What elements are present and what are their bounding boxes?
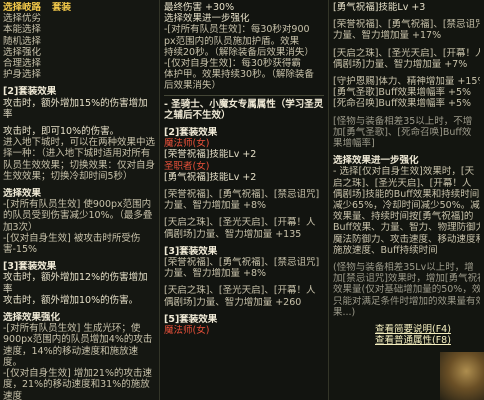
strengthen-line: 选择效果进一步强化 [164, 13, 250, 25]
courage-skill-line: [勇气祝福]技能Lv +3 [333, 2, 426, 13]
block6-line: (怪物与装备相差35Lv以上时，增 [333, 262, 474, 274]
shield-line: px范围内的队员施加护盾。效果 [164, 35, 300, 47]
job-priest-female: 圣职者(女) [164, 160, 210, 172]
view-brief-description-link[interactable]: 查看简要说明(F4) [375, 324, 451, 335]
skill-honor-blessing: [荣誉祝福]技能Lv +2 [164, 149, 257, 161]
block5-line: - 选择[仅对自身生效]效果时，[天 [333, 166, 475, 178]
block4-line: 果增幅率] [333, 138, 375, 150]
shield-line: -[仅对自身生效]：每30秒获得霸 [164, 58, 301, 70]
block6-line: 效果量(仅对基础增加量的50%，效果 [333, 284, 480, 296]
choice-menu-item[interactable]: 本能选择 [3, 24, 156, 35]
class-exclusive-header: - 圣骑士、小魔女专属属性（学习圣灵之辅后不生效） [164, 98, 324, 121]
sky3-line: [天启之珠]、[圣光天启]、[开幕！人 [164, 285, 316, 297]
set3-title: [3]套装效果 [164, 245, 218, 257]
set2-title: [2]套装效果 [164, 127, 218, 139]
set3-text: 攻击时，额外增加12%的伤害增加率 [3, 272, 148, 295]
set2-line: 力量、智力增加量 +8% [164, 200, 267, 212]
choice-menu: 选择优劣 本能选择 随机选择 选择强化 合理选择 护身选择 [3, 13, 156, 80]
block5-line: 效果量、持续时间按[勇气祝福]的 [333, 211, 474, 223]
game-scene-corner [440, 352, 484, 400]
block2-line: [天启之珠]、[圣光天启]、[开幕！人 [333, 47, 480, 59]
choice-menu-item[interactable]: 合理选择 [3, 58, 156, 69]
block3-line: [勇气圣歌]Buff效果增幅率 +5% [333, 87, 472, 99]
choice-menu-item[interactable]: 随机选择 [3, 36, 156, 47]
sky3-line: 偶剧场]力量、智力增加量 +260 [164, 296, 302, 308]
block4-line: [怪物与装备相差35以上时，不增 [333, 115, 473, 127]
shield-line: 后效果消失） [164, 80, 222, 92]
choice-menu-item[interactable]: 护身选择 [3, 69, 156, 80]
set3-title: [3]套装效果 [3, 261, 57, 273]
sky-line: 偶剧场]力量、智力增加量 +135 [164, 228, 302, 240]
strengthen-title: 选择效果强化 [3, 312, 61, 324]
block5-line: 魔法防御力、攻击速度、移动速度和 [333, 233, 480, 245]
choose-item: -[仅对自身生效] 被攻击时所受伤害-15% [3, 232, 141, 256]
set2-line: [荣誉祝福]、[勇气祝福]、[禁忌诅咒] [164, 189, 320, 201]
set-title: 选择岐路 [3, 2, 42, 13]
set3-line: 力量、智力增加量 +8% [164, 268, 267, 280]
shield-line: -[对所有队员生效]：每30秒对900 [164, 24, 310, 36]
block5-line: 启之珠]、[圣光天启]、[开幕！人 [333, 177, 472, 189]
set-item-tooltip-middle: 最终伤害 +30% 选择效果进一步强化 -[对所有队员生效]：每30秒对900 … [160, 0, 328, 400]
strengthen-item: -[对所有队员生效] 生成光环；使900px范围内的队员增加4%的攻击速度，14… [3, 323, 153, 368]
block6-line: 只能对满足条件时增加的效果量有效 [333, 295, 480, 307]
block5-line: 减少65%，冷却时间减少50%。减少后 [333, 200, 480, 212]
set3-line: [荣誉祝福]、[勇气祝福]、[禁忌诅咒] [164, 257, 320, 269]
set-item-tooltip-left: 选择岐路 套装 选择优劣 本能选择 随机选择 选择强化 合理选择 护身选择 [2… [0, 0, 160, 400]
block6-line: 加[禁忌诅咒]效果时，增加[勇气祝福] [333, 273, 480, 285]
sky-line: [天启之珠]、[圣光天启]、[开幕！人 [164, 217, 316, 229]
set5-title: [5]套装效果 [164, 313, 218, 325]
final-damage-line: 最终伤害 +30% [164, 2, 235, 13]
block4-line: 加[勇气圣歌]、[死命召唤]Buff效 [333, 126, 472, 138]
strengthen-item: -[仅对自身生效] 增加21%的攻击速度，21%的移动速度和31%的施放速度 [3, 368, 152, 400]
set-item-tooltip-right: [勇气祝福]技能Lv +3 [荣誉祝福]、[勇气祝福]、[禁忌诅咒] 力量、智力… [328, 0, 484, 400]
shield-line: 体护甲。效果持续30秒。（解除装备 [164, 69, 314, 81]
set2-detail: 进入地下城时，可以在两种效果中选择一种：（进入地下城时适用对所有队员生效效果；切… [3, 137, 156, 182]
block5-line: 偶剧场]技能的Buff效果和持续时间 [333, 188, 480, 200]
block6-line: 果...) [333, 306, 356, 318]
choice-menu-item[interactable]: 选择强化 [3, 47, 156, 58]
set3-note: 攻击时，额外增加10%的伤害。 [3, 294, 139, 306]
divider [164, 94, 324, 96]
choice-menu-item[interactable]: 选择优劣 [3, 13, 156, 24]
choose-item: -[对所有队员生效] 使900px范围内的队员受到伤害减少10%。（最多叠加3次… [3, 199, 153, 233]
set2-text: 攻击时，额外增加15%的伤害增加率 [3, 97, 148, 120]
job-mage-female: 魔法师(女) [164, 138, 210, 150]
job-mage-female: 魔法师(女) [164, 325, 210, 337]
block1-line: 力量、智力增加量 +17% [333, 30, 442, 42]
block5-line: 施放速度、Buff持续时间 [333, 244, 438, 256]
view-normal-attributes-link[interactable]: 查看普通属性(F8) [375, 335, 451, 346]
block5-line: Buff效果、力量、智力、物理防御力 [333, 222, 480, 234]
block2-line: 偶剧场]力量、智力增加量 +7% [333, 58, 468, 70]
block3-line: [守护恩赐]体力、精神增加量 +15% [333, 76, 480, 88]
block3-line: [死命召唤]Buff效果增幅率 +5% [333, 98, 472, 110]
set-title-row: 选择岐路 套装 [3, 2, 156, 13]
choose-title: 选择效果 [3, 188, 42, 200]
skill-courage-blessing: [勇气祝福]技能Lv +2 [164, 171, 257, 183]
shield-line: 持续20秒。（解除装备后效果消失） [164, 46, 314, 58]
block1-line: [荣誉祝福]、[勇气祝福]、[禁忌诅咒] [333, 19, 480, 31]
block5-title: 选择效果进一步强化 [333, 155, 419, 167]
set2-note: 攻击时，即可10%的伤害。 [3, 126, 120, 138]
set2-title: [2]套装效果 [3, 86, 57, 98]
set-title-suffix: 套装 [52, 2, 72, 13]
